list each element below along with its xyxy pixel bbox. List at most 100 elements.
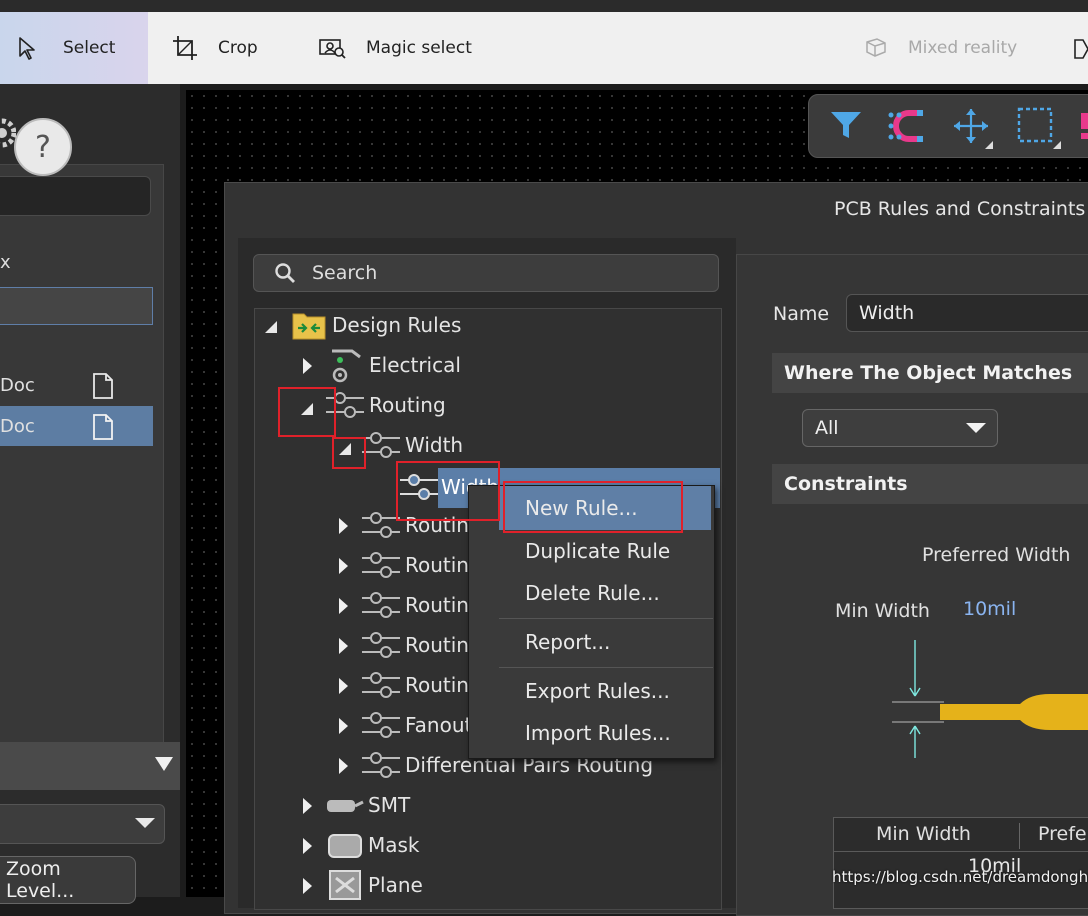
magic-select-button[interactable]: Magic select — [318, 12, 472, 84]
mixed-reality-button[interactable]: Mixed reality — [864, 12, 1017, 84]
tree-node-design-rules[interactable]: Design Rules — [292, 310, 461, 340]
table-column-divider — [1019, 823, 1020, 849]
smt-icon — [327, 800, 364, 812]
rule-name-input[interactable]: Width — [846, 294, 1088, 332]
tree-label: Routing — [369, 393, 446, 417]
collapsed-triangle-icon[interactable] — [338, 677, 349, 695]
magic-select-label: Magic select — [366, 38, 472, 58]
select-label: Select — [63, 38, 116, 58]
tree-label: Routin — [405, 553, 469, 577]
tree-label: Routin — [405, 593, 469, 617]
tree-label: SMT — [368, 793, 411, 817]
help-button[interactable]: ? — [14, 118, 72, 176]
tree-node-mask[interactable]: Mask — [326, 830, 420, 860]
tree-node-routing[interactable]: Routing — [326, 390, 446, 420]
left-search-field[interactable] — [0, 176, 151, 216]
collapsed-triangle-icon[interactable] — [338, 757, 349, 775]
watermark: https://blog.csdn.net/dreamdonghui — [832, 868, 1088, 886]
routing-rule-icon — [362, 672, 400, 698]
chevron-down-icon — [135, 818, 155, 828]
routing-rule-icon — [362, 632, 400, 658]
tree-node-routing-child[interactable]: Fanout — [362, 710, 472, 740]
left-panel-input[interactable] — [0, 287, 153, 325]
menu-item-export-rules[interactable]: Export Rules... — [525, 679, 670, 703]
filter-icon[interactable] — [829, 109, 863, 141]
rectangle-select-icon[interactable] — [1015, 105, 1061, 151]
tree-label: Design Rules — [332, 313, 462, 337]
mixed-reality-label: Mixed reality — [908, 38, 1018, 58]
collapsed-triangle-icon[interactable] — [338, 517, 349, 535]
cursor-icon — [19, 37, 35, 60]
highlight-icon[interactable] — [1081, 113, 1088, 141]
left-select[interactable] — [0, 804, 165, 844]
scope-select[interactable]: All — [802, 409, 998, 447]
document-name: Doc — [0, 374, 35, 396]
collapsed-triangle-icon[interactable] — [302, 797, 313, 815]
tree-label: Width — [405, 433, 464, 457]
min-width-value[interactable]: 10mil — [963, 598, 1016, 620]
min-width-label: Min Width — [835, 600, 930, 622]
collapsed-triangle-icon[interactable] — [338, 717, 349, 735]
top-toolbar: Select Crop Magic select Mixed reality — [0, 12, 1088, 84]
tree-label: Routin — [405, 633, 469, 657]
tree-label: Plane — [368, 873, 423, 897]
dropdown-arrow-icon — [155, 757, 173, 771]
electrical-rule-icon — [332, 349, 361, 383]
annotation-box — [396, 461, 500, 521]
collapsed-triangle-icon[interactable] — [338, 637, 349, 655]
table-header-min-width: Min Width — [876, 823, 971, 845]
routing-rule-icon — [362, 432, 400, 458]
rules-search-input[interactable]: Search — [253, 254, 719, 292]
collapsed-triangle-icon[interactable] — [302, 837, 313, 855]
tree-label: Mask — [368, 833, 420, 857]
tree-label: Fanout — [405, 713, 473, 737]
tree-node-plane[interactable]: Plane — [326, 870, 423, 900]
routing-rule-icon — [362, 752, 400, 778]
scope-value: All — [815, 417, 839, 439]
document-item-selected[interactable]: Doc — [0, 406, 153, 446]
tree-node-width[interactable]: Width — [362, 430, 463, 460]
left-dropdown[interactable] — [0, 742, 180, 790]
annotation-box — [332, 437, 366, 469]
move-icon[interactable] — [953, 107, 993, 151]
constraints-header: Constraints — [772, 464, 1088, 504]
document-name: Doc — [0, 415, 35, 437]
plane-icon — [329, 870, 361, 900]
tree-node-electrical[interactable]: Electrical — [326, 349, 461, 383]
next-tool-icon[interactable] — [1073, 38, 1088, 64]
select-tool-button[interactable]: Select — [17, 12, 115, 84]
chevron-down-icon — [966, 423, 986, 433]
document-icon — [93, 373, 113, 399]
crop-tool-button[interactable]: Crop — [172, 12, 258, 84]
collapsed-triangle-icon[interactable] — [302, 877, 313, 895]
left-panel-label: x — [0, 252, 11, 273]
mixed-reality-icon — [866, 38, 886, 57]
crop-label: Crop — [218, 38, 258, 58]
left-panel-inner — [0, 164, 164, 766]
table-row-divider — [833, 851, 1088, 852]
collapsed-triangle-icon[interactable] — [302, 357, 313, 375]
document-icon — [93, 414, 113, 440]
name-label: Name — [773, 303, 830, 325]
document-item[interactable]: Doc — [0, 365, 153, 405]
menu-item-duplicate-rule[interactable]: Duplicate Rule — [525, 539, 670, 563]
snap-magnet-icon[interactable] — [887, 109, 929, 143]
collapsed-triangle-icon[interactable] — [338, 557, 349, 575]
menu-item-delete-rule[interactable]: Delete Rule... — [525, 581, 660, 605]
floating-toolbar — [808, 94, 1088, 158]
tree-node-routing-child[interactable]: Routin — [362, 550, 469, 580]
dialog-title: PCB Rules and Constraints — [834, 198, 1086, 220]
tree-node-routing-child[interactable]: Routin — [362, 670, 469, 700]
tree-node-smt[interactable]: SMT — [326, 790, 410, 820]
tree-node-routing-child[interactable]: Routin — [362, 590, 469, 620]
tree-label: Electrical — [369, 353, 461, 377]
where-object-matches-header: Where The Object Matches — [772, 353, 1088, 393]
menu-item-import-rules[interactable]: Import Rules... — [525, 721, 671, 745]
menu-separator — [499, 667, 713, 668]
annotation-box — [503, 481, 683, 533]
expanded-triangle-icon[interactable] — [264, 320, 278, 334]
tree-node-routing-child[interactable]: Routin — [362, 630, 469, 660]
collapsed-triangle-icon[interactable] — [338, 597, 349, 615]
preferred-width-label: Preferred Width — [922, 544, 1071, 566]
menu-item-report[interactable]: Report... — [525, 630, 610, 654]
